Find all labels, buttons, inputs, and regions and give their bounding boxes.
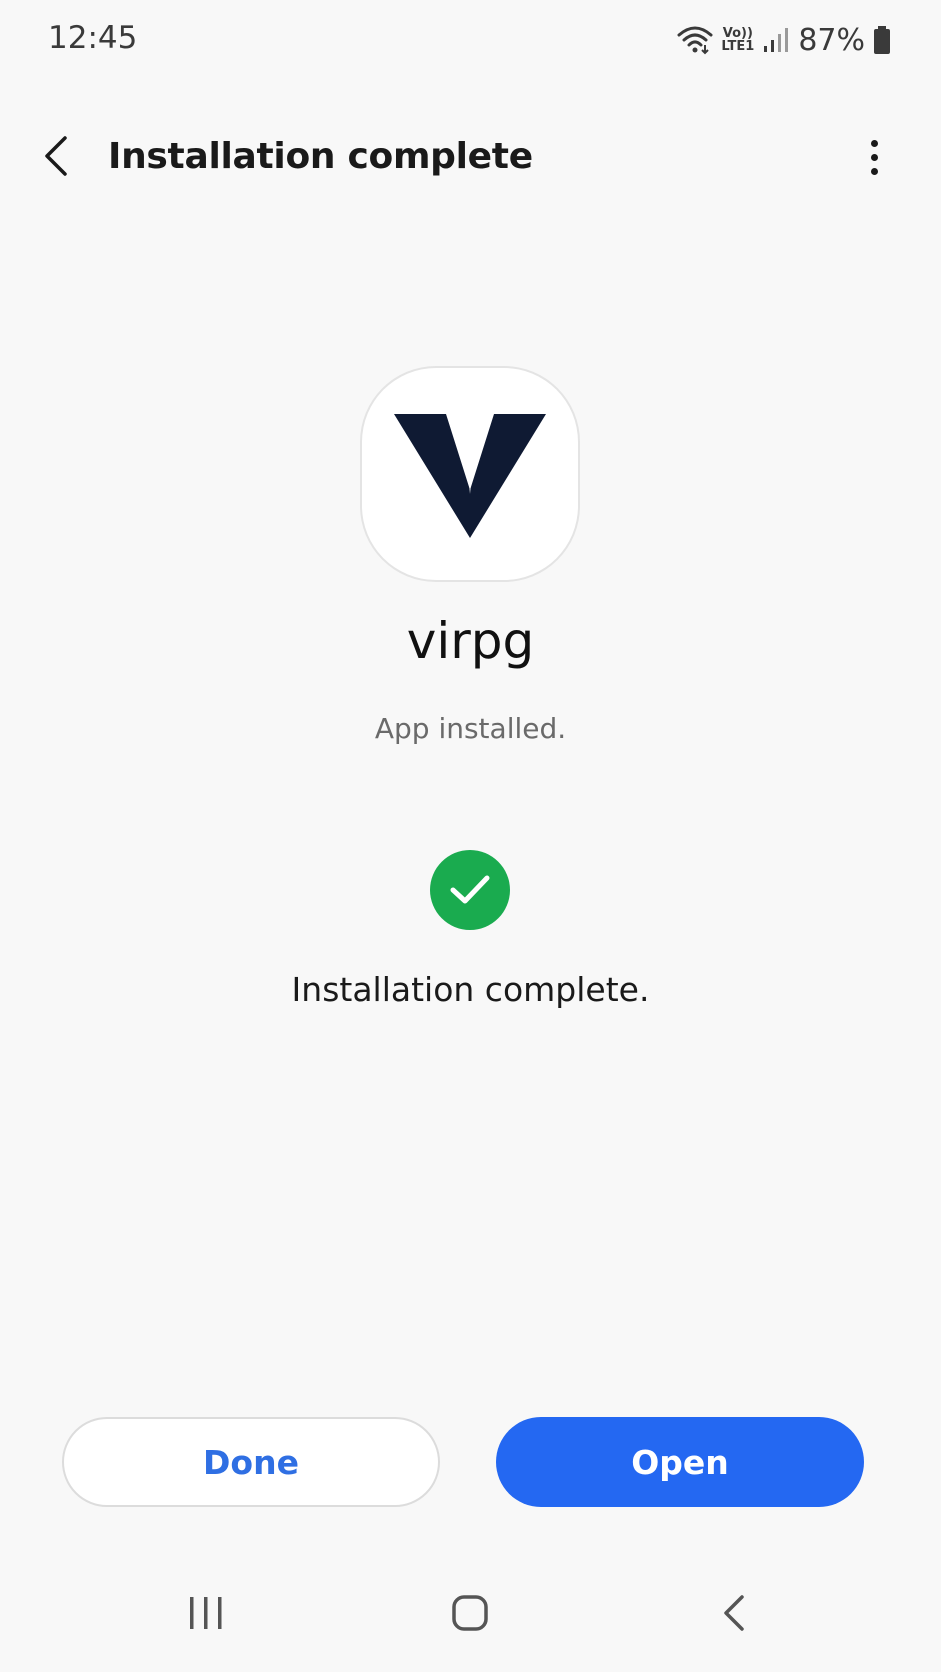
app-name: virpg bbox=[406, 612, 535, 670]
back-button[interactable] bbox=[30, 132, 82, 184]
recents-icon bbox=[186, 1595, 226, 1636]
more-options-dot bbox=[870, 167, 878, 175]
open-button-label: Open bbox=[631, 1442, 729, 1482]
home-icon bbox=[450, 1593, 490, 1638]
status-time: 12:45 bbox=[48, 20, 138, 56]
app-icon bbox=[362, 368, 578, 580]
open-button[interactable]: Open bbox=[496, 1417, 864, 1507]
done-button-label: Done bbox=[203, 1442, 299, 1482]
app-bar: Installation complete bbox=[0, 118, 941, 198]
volte-icon: Vo)) LTE1 bbox=[721, 27, 754, 53]
done-button[interactable]: Done bbox=[62, 1417, 440, 1507]
nav-back-button[interactable] bbox=[704, 1590, 764, 1640]
more-options-dot bbox=[870, 153, 878, 161]
wifi-icon bbox=[677, 25, 713, 55]
back-arrow-icon bbox=[41, 134, 71, 183]
status-bar: 12:45 Vo)) LTE1 87% bbox=[0, 0, 941, 80]
more-options-button[interactable] bbox=[859, 132, 889, 182]
app-logo-icon bbox=[390, 402, 550, 547]
home-button[interactable] bbox=[440, 1590, 500, 1640]
recents-button[interactable] bbox=[176, 1590, 236, 1640]
page-title: Installation complete bbox=[108, 136, 533, 177]
battery-icon bbox=[873, 25, 891, 55]
check-circle-icon bbox=[430, 850, 510, 930]
more-options-icon bbox=[870, 139, 878, 147]
battery-percent: 87% bbox=[798, 22, 865, 58]
status-icons: Vo)) LTE1 87% bbox=[677, 18, 891, 62]
success-message: Installation complete. bbox=[291, 970, 650, 1009]
network-line-2: LTE1 bbox=[721, 39, 755, 54]
navigation-bar bbox=[0, 1580, 941, 1650]
nav-back-icon bbox=[720, 1593, 748, 1638]
app-status: App installed. bbox=[374, 712, 567, 745]
signal-icon bbox=[762, 26, 790, 54]
